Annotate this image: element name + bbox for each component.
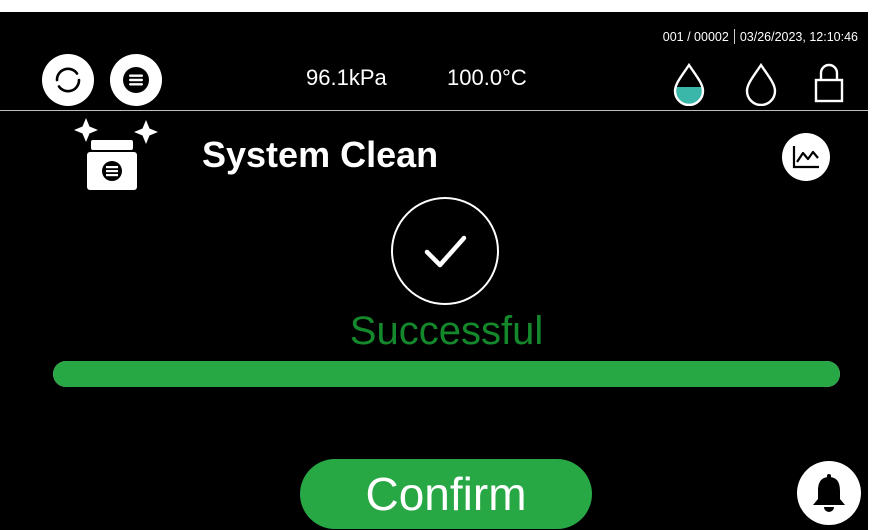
status-bar: 001 / 00002 03/26/2023, 12:10:46 [663,29,858,44]
alarm-button[interactable] [797,461,861,525]
pressure-readout: 96.1kPa [306,65,387,90]
lock-icon[interactable] [813,60,845,104]
water-drop-icon[interactable] [744,62,778,106]
progress-bar [53,361,840,387]
menu-icon [123,67,149,93]
page-title: System Clean [202,134,439,175]
cycle-counter: 001 / 00002 [662,29,729,44]
chart-icon [792,146,819,169]
header-divider [0,110,868,111]
success-indicator [391,197,499,305]
status-divider [733,29,735,44]
bell-icon [813,474,845,512]
checkmark-icon [424,235,467,268]
refresh-icon [55,67,81,93]
progress-fill [53,361,840,387]
device-screen: 001 / 00002 03/26/2023, 12:10:46 96.1kPa… [0,12,868,530]
confirm-button[interactable]: Confirm [300,459,592,529]
chart-button[interactable] [782,133,830,181]
refresh-button[interactable] [42,54,94,106]
menu-button[interactable] [110,54,162,106]
result-status: Successful [349,309,544,353]
date-time: 03/26/2023, 12:10:46 [739,29,858,44]
water-level-icon[interactable] [672,62,706,106]
temperature-readout: 100.0°C [447,65,527,90]
system-clean-icon [74,118,158,190]
